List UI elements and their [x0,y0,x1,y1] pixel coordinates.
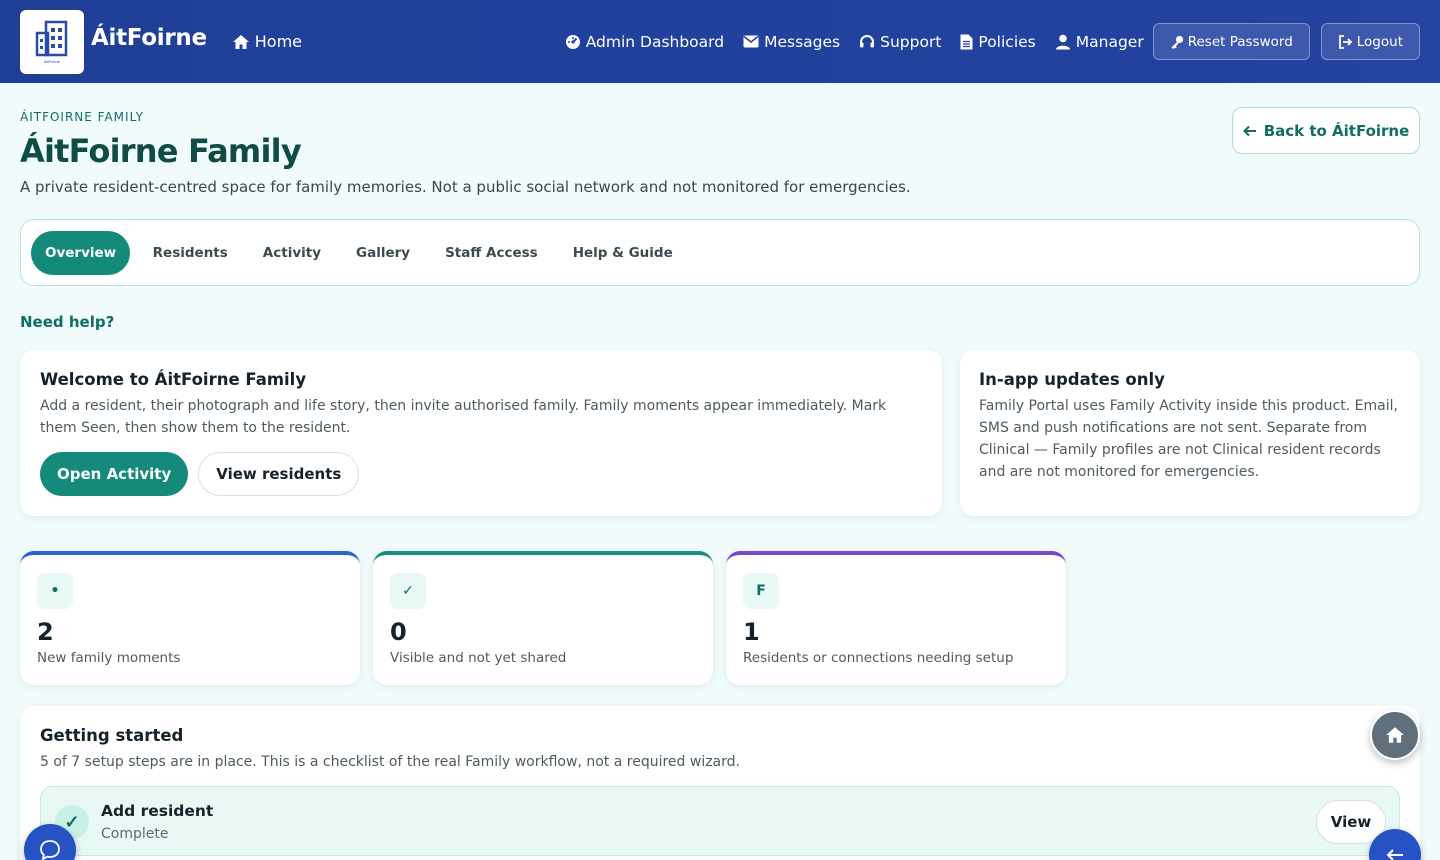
top-navigation-bar: ÁitFoirne ÁitFoirne Home Admin Dashboard… [0,0,1440,83]
page-title: ÁitFoirne Family [20,132,302,170]
nav-home-label: Home [254,32,303,51]
nav-support-label: Support [880,32,942,51]
stat-value: 2 [37,618,54,646]
updates-text: Family Portal uses Family Activity insid… [979,398,1398,480]
family-icon: F [743,573,779,609]
nav-policies-label: Policies [978,32,1036,51]
tab-gallery[interactable]: Gallery [339,231,428,275]
getting-started-title: Getting started [40,726,184,745]
brand-name[interactable]: ÁitFoirne [91,25,207,51]
home-icon [1386,727,1404,743]
tab-overview[interactable]: Overview [31,230,131,275]
stat-value: 1 [743,618,760,646]
home-icon [232,34,249,49]
stat-value: 0 [390,618,407,646]
updates-title: In-app updates only [979,370,1165,389]
nav-manager-label: Manager [1075,32,1144,51]
open-activity-button[interactable]: Open Activity [40,452,189,496]
stat-label: Visible and not yet shared [390,650,567,666]
checklist-item-title: Add resident [101,802,214,820]
welcome-text: Add a resident, their photograph and lif… [40,398,887,436]
envelope-icon [743,35,759,48]
tab-activity[interactable]: Activity [245,231,338,275]
nav-admin-dashboard-label: Admin Dashboard [585,32,725,51]
nav-admin-dashboard[interactable]: Admin Dashboard [565,33,724,51]
building-icon [35,20,68,57]
check-icon: ✓ [390,573,426,609]
tab-help-guide[interactable]: Help & Guide [555,231,690,275]
in-app-updates-card: In-app updates only Family Portal uses F… [960,350,1420,516]
page-subtitle: A private resident-centred space for fam… [20,178,911,196]
tab-bar: Overview Residents Activity Gallery Staf… [20,219,1420,286]
welcome-card: Welcome to ÁitFoirne Family Add a reside… [20,350,942,516]
sign-out-icon [1338,34,1353,49]
reset-password-button[interactable]: Reset Password [1152,23,1310,60]
nav-home-link[interactable]: Home [232,32,302,51]
nav-policies[interactable]: Policies [960,32,1036,51]
arrow-left-icon [1386,849,1403,860]
stat-label: New family moments [37,650,181,666]
stat-card-not-shared[interactable]: ✓ 0 Visible and not yet shared [373,551,713,685]
dashboard-icon [565,34,580,49]
headset-icon [860,34,875,47]
nav-messages-label: Messages [764,32,841,51]
user-icon [1055,34,1070,49]
stat-card-needing-setup[interactable]: F 1 Residents or connections needing set… [726,551,1066,685]
stat-label: Residents or connections needing setup [743,650,1014,666]
nav-manager[interactable]: Manager [1055,33,1144,51]
tab-staff-access[interactable]: Staff Access [428,231,556,275]
nav-messages[interactable]: Messages [743,33,840,51]
key-icon [1171,35,1183,49]
getting-started-text: 5 of 7 setup steps are in place. This is… [40,754,740,770]
floating-home-button[interactable] [1370,710,1420,760]
need-help-link[interactable]: Need help? [20,313,114,331]
checklist-item-add-resident: ✓ [40,786,1400,856]
app-logo[interactable]: ÁitFoirne [20,9,84,74]
tab-residents[interactable]: Residents [135,231,245,275]
back-to-app-button[interactable]: Back to ÁitFoirne [1232,107,1420,154]
welcome-title: Welcome to ÁitFoirne Family [40,370,307,389]
dot-icon: • [37,573,73,609]
logo-caption: ÁitFoirne [43,59,60,64]
document-icon [960,34,973,49]
chat-bubble-icon [40,840,60,860]
logout-label: Logout [1356,33,1403,50]
logout-button[interactable]: Logout [1320,23,1420,60]
reset-password-label: Reset Password [1187,33,1293,50]
page-eyebrow: ÁITFOIRNE FAMILY [20,110,144,124]
back-button-label: Back to ÁitFoirne [1263,121,1410,140]
arrow-left-icon [1242,125,1256,136]
view-residents-button[interactable]: View residents [198,452,360,496]
checklist-item-status: Complete [101,826,169,842]
nav-support[interactable]: Support [859,33,941,51]
getting-started-card: Getting started 5 of 7 setup steps are i… [20,706,1420,860]
stat-card-new-moments[interactable]: • 2 New family moments [20,551,360,685]
